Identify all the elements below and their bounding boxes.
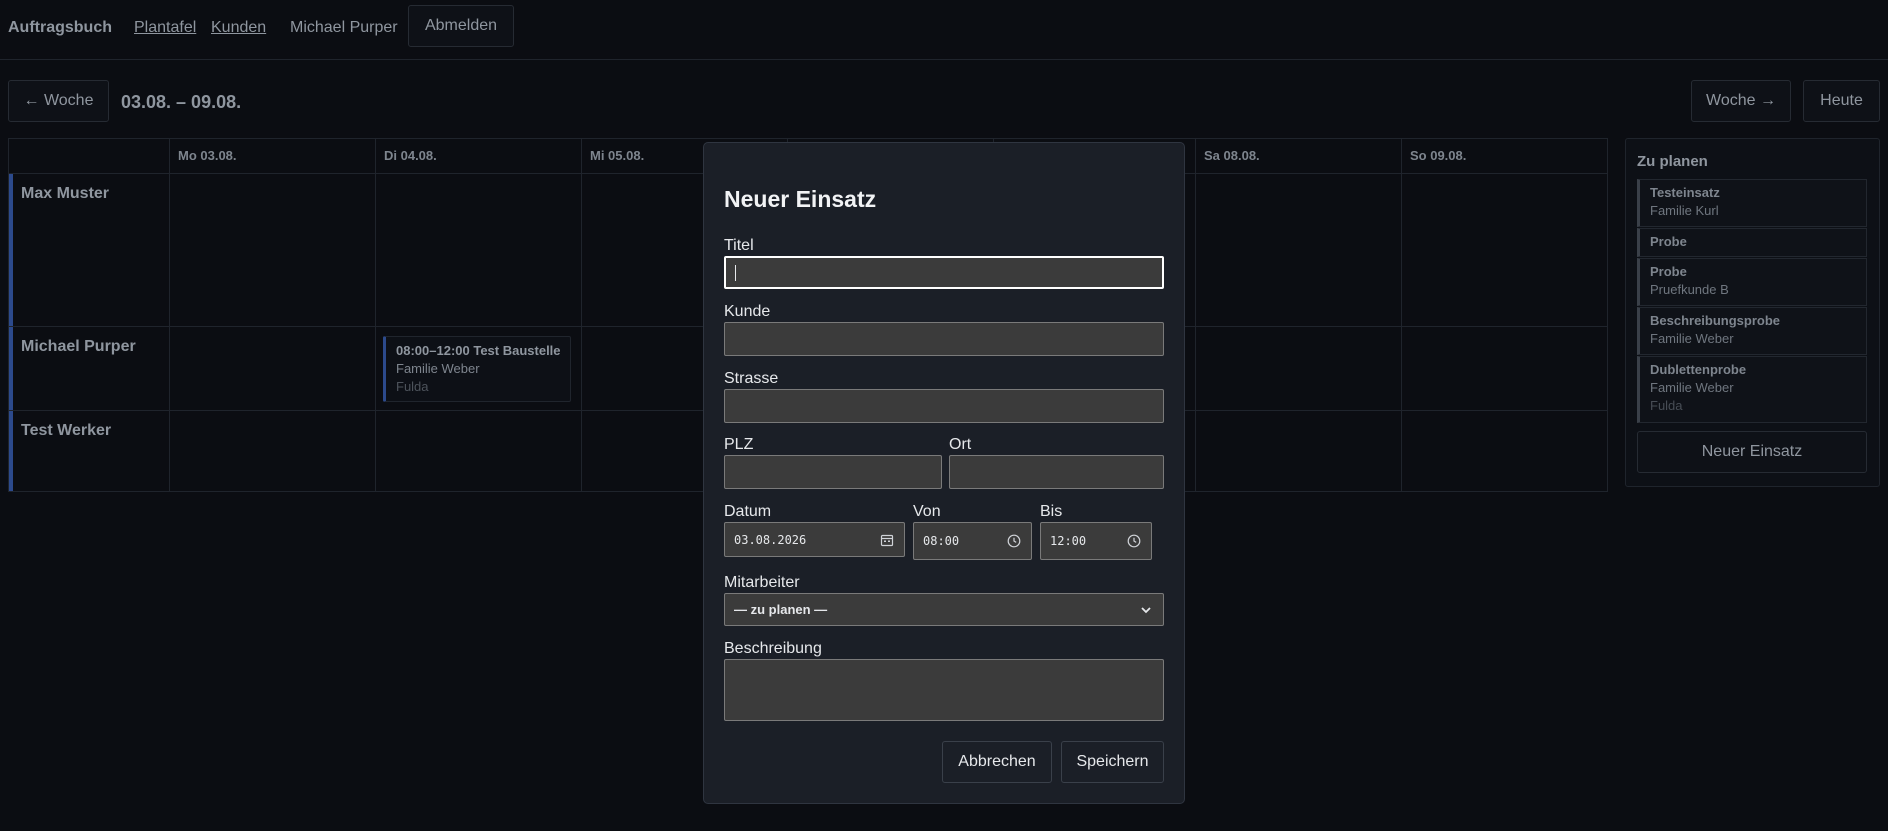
label-titel: Titel (724, 237, 754, 254)
worker-name-michael-purper: Michael Purper (21, 338, 136, 355)
label-von: Von (913, 503, 941, 520)
event-title: 08:00–12:00 Test Baustelle (396, 343, 561, 358)
end-time-input[interactable]: 12:00 (1040, 522, 1152, 560)
day-header-so: So 09.08. (1410, 148, 1467, 163)
description-textarea[interactable] (724, 659, 1164, 721)
start-time-input[interactable]: 08:00 (913, 522, 1032, 560)
worker-row-marker (9, 174, 13, 326)
app-brand: Auftragsbuch (8, 19, 112, 36)
current-user: Michael Purper (290, 19, 398, 36)
grid-divider (581, 139, 582, 491)
label-ort: Ort (949, 436, 972, 453)
planned-event-card[interactable]: 08:00–12:00 Test Baustelle Familie Weber… (383, 336, 571, 402)
card-title: Testeinsatz (1650, 185, 1720, 200)
city-input[interactable] (949, 455, 1164, 489)
worker-name-max-muster: Max Muster (21, 185, 110, 202)
label-plz: PLZ (724, 436, 754, 453)
card-title: Probe (1650, 264, 1687, 279)
card-customer: Familie Weber (1650, 380, 1734, 395)
clock-icon[interactable] (1007, 534, 1021, 548)
label-mitarbeiter: Mitarbeiter (724, 574, 800, 591)
label-beschreibung: Beschreibung (724, 640, 822, 657)
customer-input[interactable] (724, 322, 1164, 356)
event-city: Fulda (396, 379, 429, 394)
next-week-button[interactable]: Woche → (1691, 80, 1791, 122)
card-customer: Familie Kurl (1650, 203, 1719, 218)
card-customer: Familie Weber (1650, 331, 1734, 346)
calendar-icon[interactable] (880, 533, 894, 547)
card-customer: Pruefkunde B (1650, 282, 1729, 297)
worker-select[interactable]: — zu planen — (724, 593, 1164, 626)
sidebar-title: Zu planen (1637, 153, 1708, 170)
worker-row-marker (9, 411, 13, 491)
sidebar-new-event-button[interactable]: Neuer Einsatz (1637, 431, 1867, 473)
unplanned-card[interactable]: Dublettenprobe Familie Weber Fulda (1637, 356, 1867, 423)
day-header-di: Di 04.08. (384, 148, 437, 163)
text-caret (735, 264, 736, 281)
worker-row-marker (9, 327, 13, 410)
save-button[interactable]: Speichern (1061, 741, 1164, 783)
dialog-title: Neuer Einsatz (724, 186, 877, 212)
logout-button[interactable]: Abmelden (408, 5, 514, 47)
label-kunde: Kunde (724, 303, 771, 320)
unplanned-card[interactable]: Testeinsatz Familie Kurl (1637, 179, 1867, 227)
street-input[interactable] (724, 389, 1164, 423)
nav-link-plantafel[interactable]: Plantafel (134, 19, 196, 37)
chevron-down-icon (1141, 606, 1151, 613)
worker-select-value: — zu planen — (734, 602, 828, 617)
nav-link-kunden[interactable]: Kunden (211, 19, 266, 37)
cancel-button[interactable]: Abbrechen (942, 741, 1052, 783)
zip-input[interactable] (724, 455, 942, 489)
label-bis: Bis (1040, 503, 1063, 520)
previous-week-button[interactable]: ← Woche (8, 80, 109, 122)
card-city: Fulda (1650, 398, 1683, 413)
label-strasse: Strasse (724, 370, 779, 387)
label-datum: Datum (724, 503, 772, 520)
day-header-mo: Mo 03.08. (178, 148, 237, 163)
unplanned-card[interactable]: Beschreibungsprobe Familie Weber (1637, 307, 1867, 355)
date-input[interactable]: 03.08.2026 (724, 522, 905, 557)
clock-icon[interactable] (1127, 534, 1141, 548)
title-input[interactable] (724, 256, 1164, 289)
card-title: Beschreibungsprobe (1650, 313, 1781, 328)
unplanned-card[interactable]: Probe Pruefkunde B (1637, 258, 1867, 306)
today-button[interactable]: Heute (1803, 80, 1880, 122)
grid-divider (169, 139, 170, 491)
event-customer: Familie Weber (396, 361, 480, 376)
card-title: Probe (1650, 234, 1687, 249)
worker-name-test-werker: Test Werker (21, 422, 112, 439)
card-title: Dublettenprobe (1650, 362, 1747, 377)
date-value: 03.08.2026 (734, 532, 807, 547)
top-navigation (0, 0, 1888, 60)
end-time-value: 12:00 (1050, 534, 1087, 548)
unplanned-card[interactable]: Probe (1637, 228, 1867, 257)
grid-divider (1195, 139, 1196, 491)
grid-divider (375, 139, 376, 491)
week-range: 03.08. – 09.08. (121, 92, 242, 112)
grid-divider (1401, 139, 1402, 491)
day-header-sa: Sa 08.08. (1204, 148, 1260, 163)
start-time-value: 08:00 (923, 534, 960, 548)
